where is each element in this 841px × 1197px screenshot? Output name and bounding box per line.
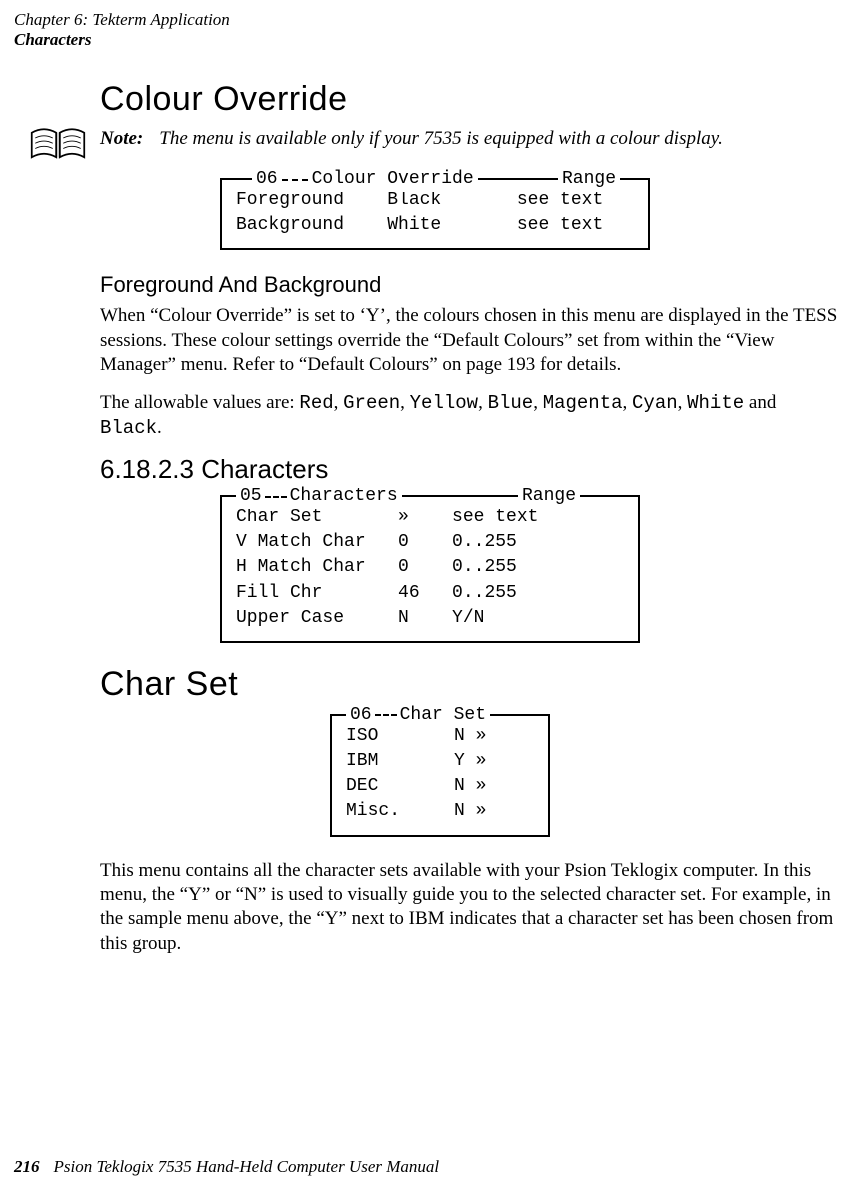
heading-char-set: Char Set [100,665,840,704]
running-header-section: Characters [14,30,230,50]
note-block: Note: The menu is available only if your … [30,127,840,168]
heading-colour-override: Colour Override [100,80,840,119]
value-green: Green [343,392,400,414]
book-title: Psion Teklogix 7535 Hand-Held Computer U… [54,1157,440,1176]
running-header-chapter: Chapter 6: Tekterm Application [14,10,230,30]
body-paragraph: When “Colour Override” is set to ‘Y’, th… [100,304,840,377]
menu-characters: 05 Characters Range Char Set » see text … [220,495,640,643]
note-body: The menu is available only if your 7535 … [159,128,723,149]
value-cyan: Cyan [632,392,678,414]
note-text: Note: The menu is available only if your … [100,127,723,151]
note-label: Note: [100,128,143,149]
value-yellow: Yellow [410,392,478,414]
value-black: Black [100,417,157,439]
menu-row: Upper Case N Y/N [236,606,624,631]
menu-title: Characters [290,484,398,509]
value-red: Red [299,392,333,414]
value-blue: Blue [488,392,534,414]
menu-legend-left: 06 Colour Override [252,167,478,192]
menu-row: Fill Chr 46 0..255 [236,581,624,606]
heading-characters: 6.18.2.3 Characters [100,454,840,485]
menu-legend-left: 05 Characters [236,484,402,509]
menu-row: Background White see text [236,213,634,238]
book-icon [30,127,86,168]
menu-legend-range: Range [518,484,580,509]
menu-number: 05 [240,484,262,509]
menu-legend-range: Range [558,167,620,192]
value-white: White [687,392,744,414]
menu-legend-left: 06 Char Set [346,703,490,728]
heading-foreground-background: Foreground And Background [100,272,840,298]
menu-number: 06 [350,703,372,728]
page-number: 216 [14,1157,40,1176]
menu-title: Char Set [400,703,486,728]
body-paragraph-tail: This menu contains all the character set… [100,859,840,956]
para2-post: . [157,417,162,438]
value-magenta: Magenta [543,392,623,414]
menu-char-set: 06 Char Set ISO N » IBM Y » DEC N » Misc… [330,714,550,837]
menu-number: 06 [256,167,278,192]
para2-pre: The allowable values are: [100,392,299,413]
menu-colour-override: 06 Colour Override Range Foreground Blac… [220,178,650,250]
menu-row: DEC N » [346,774,534,799]
running-header: Chapter 6: Tekterm Application Character… [14,10,230,51]
menu-title: Colour Override [312,167,474,192]
menu-row: V Match Char 0 0..255 [236,530,624,555]
para2-and: and [744,392,776,413]
body-paragraph-values: The allowable values are: Red, Green, Ye… [100,391,840,440]
page-footer: 216 Psion Teklogix 7535 Hand-Held Compute… [14,1157,439,1177]
menu-row: Misc. N » [346,799,534,824]
menu-row: IBM Y » [346,749,534,774]
menu-row: H Match Char 0 0..255 [236,555,624,580]
